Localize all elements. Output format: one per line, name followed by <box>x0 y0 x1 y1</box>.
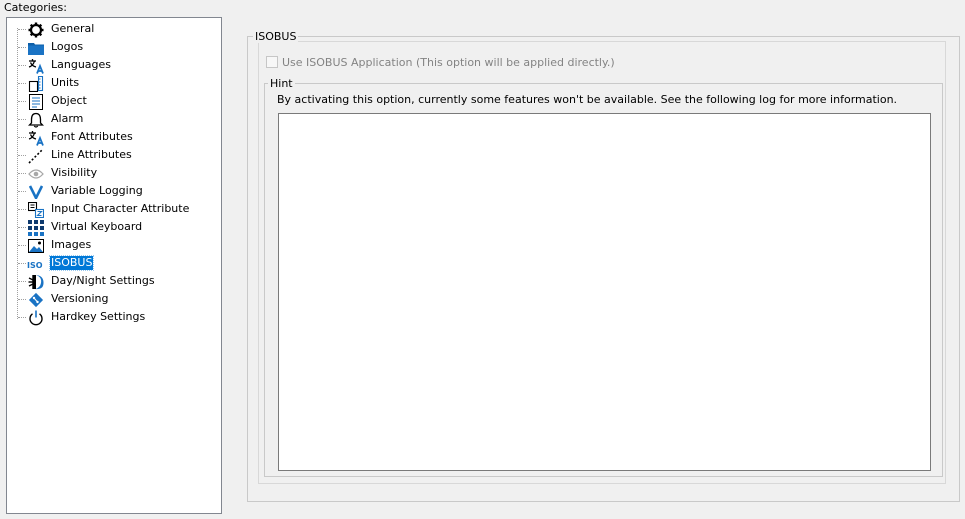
tree-item-label: Units <box>51 76 80 89</box>
tree-item-visibility[interactable]: Visibility <box>7 164 221 182</box>
tree-item-label: Versioning <box>51 292 109 305</box>
tree-item-label: Input Character Attribute <box>51 202 190 215</box>
power-icon <box>27 309 44 326</box>
font-icon <box>27 129 44 146</box>
use-isobus-checkbox-label: Use ISOBUS Application (This option will… <box>282 56 615 69</box>
tree-item-label: Logos <box>51 40 84 53</box>
tree-item-versioning[interactable]: Versioning <box>7 290 221 308</box>
tree-item-virtual-keyboard[interactable]: Virtual Keyboard <box>7 218 221 236</box>
tree-item-isobus[interactable]: ISO ISOBUS <box>7 254 221 272</box>
tree-item-label: Virtual Keyboard <box>51 220 143 233</box>
tree-item-label: Variable Logging <box>51 184 143 197</box>
tree-item-units[interactable]: Units <box>7 74 221 92</box>
tree-item-line-attributes[interactable]: Line Attributes <box>7 146 221 164</box>
versioning-icon <box>27 291 44 308</box>
units-icon <box>27 75 44 92</box>
tree-item-label: Alarm <box>51 112 84 125</box>
tree-item-logos[interactable]: Logos <box>7 38 221 56</box>
tree-item-hardkey-settings[interactable]: Hardkey Settings <box>7 308 221 326</box>
categories-label: Categories: <box>4 1 67 14</box>
keyboard-icon <box>27 219 44 236</box>
categories-tree[interactable]: General Logos Languages Units Object Ala… <box>6 17 222 514</box>
tree-item-variable-logging[interactable]: Variable Logging <box>7 182 221 200</box>
folder-icon <box>27 39 44 56</box>
image-icon <box>27 237 44 254</box>
tree-item-label: Languages <box>51 58 112 71</box>
day-night-icon <box>27 273 44 290</box>
input-character-icon <box>27 201 44 218</box>
tree-item-label: Images <box>51 238 92 251</box>
variable-logging-icon <box>27 183 44 200</box>
svg-text:ISO: ISO <box>27 260 43 268</box>
line-icon <box>27 147 44 164</box>
tree-item-input-character-attribute[interactable]: Input Character Attribute <box>7 200 221 218</box>
tree-item-label: Line Attributes <box>51 148 132 161</box>
language-icon <box>27 57 44 74</box>
categories-label-text: Categories: <box>4 1 67 14</box>
tree-item-label: General <box>51 22 95 35</box>
tree-item-label: Object <box>51 94 87 107</box>
tree-item-font-attributes[interactable]: Font Attributes <box>7 128 221 146</box>
gear-icon <box>27 21 44 38</box>
tree-item-alarm[interactable]: Alarm <box>7 110 221 128</box>
hint-group-title: Hint <box>268 77 295 90</box>
tree-item-day-night-settings[interactable]: Day/Night Settings <box>7 272 221 290</box>
tree-item-general[interactable]: General <box>7 20 221 38</box>
hint-text: By activating this option, currently som… <box>277 93 898 106</box>
tree-item-object[interactable]: Object <box>7 92 221 110</box>
log-textarea[interactable] <box>278 113 931 471</box>
tree-item-images[interactable]: Images <box>7 236 221 254</box>
tree-item-label: Font Attributes <box>51 130 133 143</box>
bell-icon <box>27 111 44 128</box>
tree-item-label: Visibility <box>51 166 98 179</box>
tree-item-label: Day/Night Settings <box>51 274 155 287</box>
tree-item-label: ISOBUS <box>48 255 95 271</box>
use-isobus-checkbox[interactable] <box>266 56 278 68</box>
tree-item-label: Hardkey Settings <box>51 310 146 323</box>
tree-item-languages[interactable]: Languages <box>7 56 221 74</box>
object-icon <box>27 93 44 110</box>
isobus-group-title: ISOBUS <box>253 30 299 43</box>
iso-icon: ISO <box>27 255 44 272</box>
eye-icon <box>27 165 44 182</box>
